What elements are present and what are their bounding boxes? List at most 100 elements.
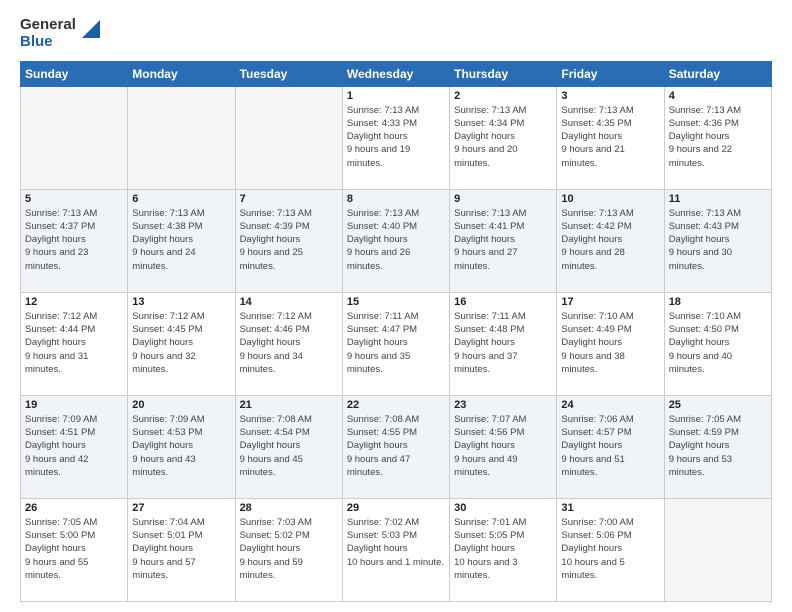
logo-general: General <box>20 16 76 33</box>
calendar-day-cell: 27 Sunrise: 7:04 AM Sunset: 5:01 PM Dayl… <box>128 498 235 601</box>
day-number: 23 <box>454 399 552 411</box>
calendar-day-cell: 19 Sunrise: 7:09 AM Sunset: 4:51 PM Dayl… <box>21 395 128 498</box>
day-number: 14 <box>240 296 338 308</box>
calendar-day-cell: 10 Sunrise: 7:13 AM Sunset: 4:42 PM Dayl… <box>557 189 664 292</box>
day-info: Sunrise: 7:00 AM Sunset: 5:06 PM Dayligh… <box>561 516 659 582</box>
day-info: Sunrise: 7:13 AM Sunset: 4:41 PM Dayligh… <box>454 207 552 273</box>
calendar-day-cell: 13 Sunrise: 7:12 AM Sunset: 4:45 PM Dayl… <box>128 292 235 395</box>
day-number: 5 <box>25 193 123 205</box>
calendar-week-row: 26 Sunrise: 7:05 AM Sunset: 5:00 PM Dayl… <box>21 498 772 601</box>
calendar-day-cell: 12 Sunrise: 7:12 AM Sunset: 4:44 PM Dayl… <box>21 292 128 395</box>
calendar-day-cell: 23 Sunrise: 7:07 AM Sunset: 4:56 PM Dayl… <box>450 395 557 498</box>
day-info: Sunrise: 7:06 AM Sunset: 4:57 PM Dayligh… <box>561 413 659 479</box>
day-number: 16 <box>454 296 552 308</box>
calendar-header-thursday: Thursday <box>450 61 557 86</box>
day-info: Sunrise: 7:09 AM Sunset: 4:51 PM Dayligh… <box>25 413 123 479</box>
day-info: Sunrise: 7:03 AM Sunset: 5:02 PM Dayligh… <box>240 516 338 582</box>
calendar-table: SundayMondayTuesdayWednesdayThursdayFrid… <box>20 61 772 603</box>
day-info: Sunrise: 7:12 AM Sunset: 4:45 PM Dayligh… <box>132 310 230 376</box>
day-info: Sunrise: 7:13 AM Sunset: 4:39 PM Dayligh… <box>240 207 338 273</box>
day-info: Sunrise: 7:10 AM Sunset: 4:50 PM Dayligh… <box>669 310 767 376</box>
calendar-day-cell: 8 Sunrise: 7:13 AM Sunset: 4:40 PM Dayli… <box>342 189 449 292</box>
logo-triangle-icon <box>78 20 100 42</box>
day-number: 1 <box>347 90 445 102</box>
day-info: Sunrise: 7:13 AM Sunset: 4:36 PM Dayligh… <box>669 104 767 170</box>
calendar-day-cell: 28 Sunrise: 7:03 AM Sunset: 5:02 PM Dayl… <box>235 498 342 601</box>
calendar-header-wednesday: Wednesday <box>342 61 449 86</box>
calendar-day-cell: 21 Sunrise: 7:08 AM Sunset: 4:54 PM Dayl… <box>235 395 342 498</box>
day-number: 20 <box>132 399 230 411</box>
day-number: 9 <box>454 193 552 205</box>
day-info: Sunrise: 7:11 AM Sunset: 4:47 PM Dayligh… <box>347 310 445 376</box>
calendar-day-cell: 20 Sunrise: 7:09 AM Sunset: 4:53 PM Dayl… <box>128 395 235 498</box>
day-info: Sunrise: 7:04 AM Sunset: 5:01 PM Dayligh… <box>132 516 230 582</box>
calendar-day-cell: 14 Sunrise: 7:12 AM Sunset: 4:46 PM Dayl… <box>235 292 342 395</box>
day-number: 24 <box>561 399 659 411</box>
day-number: 27 <box>132 502 230 514</box>
calendar-header-row: SundayMondayTuesdayWednesdayThursdayFrid… <box>21 61 772 86</box>
day-number: 6 <box>132 193 230 205</box>
day-info: Sunrise: 7:05 AM Sunset: 5:00 PM Dayligh… <box>25 516 123 582</box>
calendar-day-cell <box>235 86 342 189</box>
day-info: Sunrise: 7:13 AM Sunset: 4:40 PM Dayligh… <box>347 207 445 273</box>
day-info: Sunrise: 7:13 AM Sunset: 4:34 PM Dayligh… <box>454 104 552 170</box>
day-info: Sunrise: 7:13 AM Sunset: 4:35 PM Dayligh… <box>561 104 659 170</box>
calendar-day-cell: 4 Sunrise: 7:13 AM Sunset: 4:36 PM Dayli… <box>664 86 771 189</box>
day-info: Sunrise: 7:05 AM Sunset: 4:59 PM Dayligh… <box>669 413 767 479</box>
day-number: 4 <box>669 90 767 102</box>
calendar-day-cell: 29 Sunrise: 7:02 AM Sunset: 5:03 PM Dayl… <box>342 498 449 601</box>
calendar-day-cell: 25 Sunrise: 7:05 AM Sunset: 4:59 PM Dayl… <box>664 395 771 498</box>
day-info: Sunrise: 7:13 AM Sunset: 4:43 PM Dayligh… <box>669 207 767 273</box>
calendar-day-cell: 7 Sunrise: 7:13 AM Sunset: 4:39 PM Dayli… <box>235 189 342 292</box>
calendar-day-cell: 22 Sunrise: 7:08 AM Sunset: 4:55 PM Dayl… <box>342 395 449 498</box>
day-number: 18 <box>669 296 767 308</box>
calendar-week-row: 19 Sunrise: 7:09 AM Sunset: 4:51 PM Dayl… <box>21 395 772 498</box>
day-number: 22 <box>347 399 445 411</box>
calendar-week-row: 12 Sunrise: 7:12 AM Sunset: 4:44 PM Dayl… <box>21 292 772 395</box>
calendar-day-cell <box>664 498 771 601</box>
calendar-day-cell: 6 Sunrise: 7:13 AM Sunset: 4:38 PM Dayli… <box>128 189 235 292</box>
page: General Blue SundayMondayTuesdayWednesda… <box>0 0 792 612</box>
calendar-header-sunday: Sunday <box>21 61 128 86</box>
day-number: 25 <box>669 399 767 411</box>
day-number: 13 <box>132 296 230 308</box>
day-number: 17 <box>561 296 659 308</box>
day-info: Sunrise: 7:08 AM Sunset: 4:54 PM Dayligh… <box>240 413 338 479</box>
calendar-day-cell: 3 Sunrise: 7:13 AM Sunset: 4:35 PM Dayli… <box>557 86 664 189</box>
day-info: Sunrise: 7:10 AM Sunset: 4:49 PM Dayligh… <box>561 310 659 376</box>
day-info: Sunrise: 7:07 AM Sunset: 4:56 PM Dayligh… <box>454 413 552 479</box>
header: General Blue <box>20 16 772 51</box>
day-info: Sunrise: 7:02 AM Sunset: 5:03 PM Dayligh… <box>347 516 445 569</box>
day-number: 19 <box>25 399 123 411</box>
calendar-day-cell: 11 Sunrise: 7:13 AM Sunset: 4:43 PM Dayl… <box>664 189 771 292</box>
day-number: 12 <box>25 296 123 308</box>
calendar-day-cell: 5 Sunrise: 7:13 AM Sunset: 4:37 PM Dayli… <box>21 189 128 292</box>
calendar-day-cell: 31 Sunrise: 7:00 AM Sunset: 5:06 PM Dayl… <box>557 498 664 601</box>
day-number: 3 <box>561 90 659 102</box>
calendar-header-monday: Monday <box>128 61 235 86</box>
day-number: 21 <box>240 399 338 411</box>
day-info: Sunrise: 7:09 AM Sunset: 4:53 PM Dayligh… <box>132 413 230 479</box>
calendar-day-cell: 9 Sunrise: 7:13 AM Sunset: 4:41 PM Dayli… <box>450 189 557 292</box>
calendar-day-cell: 16 Sunrise: 7:11 AM Sunset: 4:48 PM Dayl… <box>450 292 557 395</box>
day-number: 30 <box>454 502 552 514</box>
day-number: 26 <box>25 502 123 514</box>
day-number: 10 <box>561 193 659 205</box>
calendar-header-saturday: Saturday <box>664 61 771 86</box>
day-info: Sunrise: 7:13 AM Sunset: 4:37 PM Dayligh… <box>25 207 123 273</box>
calendar-day-cell: 1 Sunrise: 7:13 AM Sunset: 4:33 PM Dayli… <box>342 86 449 189</box>
day-number: 11 <box>669 193 767 205</box>
calendar-day-cell <box>21 86 128 189</box>
calendar-week-row: 5 Sunrise: 7:13 AM Sunset: 4:37 PM Dayli… <box>21 189 772 292</box>
day-info: Sunrise: 7:13 AM Sunset: 4:38 PM Dayligh… <box>132 207 230 273</box>
calendar-day-cell: 2 Sunrise: 7:13 AM Sunset: 4:34 PM Dayli… <box>450 86 557 189</box>
day-info: Sunrise: 7:01 AM Sunset: 5:05 PM Dayligh… <box>454 516 552 582</box>
day-info: Sunrise: 7:13 AM Sunset: 4:33 PM Dayligh… <box>347 104 445 170</box>
day-number: 8 <box>347 193 445 205</box>
calendar-day-cell: 30 Sunrise: 7:01 AM Sunset: 5:05 PM Dayl… <box>450 498 557 601</box>
logo: General Blue <box>20 16 100 51</box>
day-number: 28 <box>240 502 338 514</box>
day-info: Sunrise: 7:08 AM Sunset: 4:55 PM Dayligh… <box>347 413 445 479</box>
day-number: 7 <box>240 193 338 205</box>
calendar-day-cell <box>128 86 235 189</box>
